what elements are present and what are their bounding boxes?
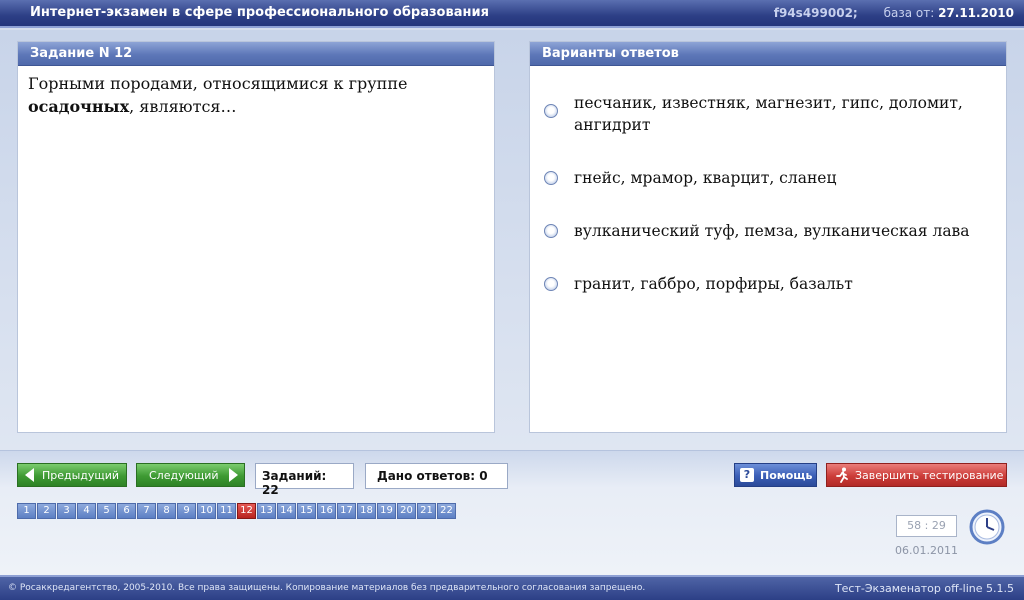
page-button-6[interactable]: 6 <box>117 503 136 519</box>
version-text: Тест-Экзаменатор off-line 5.1.5 <box>834 582 1014 595</box>
base-label: база от: <box>883 6 935 20</box>
page-button-11[interactable]: 11 <box>217 503 236 519</box>
answer-label: вулканический туф, пемза, вулканическая … <box>574 222 970 240</box>
arrow-right-icon <box>228 468 238 482</box>
current-date: 06.01.2011 <box>895 544 958 557</box>
page-button-15[interactable]: 15 <box>297 503 316 519</box>
help-label: Помощь <box>760 468 813 482</box>
page-button-9[interactable]: 9 <box>177 503 196 519</box>
radio-button[interactable] <box>544 277 558 291</box>
page-button-19[interactable]: 19 <box>377 503 396 519</box>
clock-icon <box>969 509 1005 545</box>
arrow-left-icon <box>25 468 34 482</box>
task-pagination: 1 2 3 4 5 6 7 8 9 10 11 12 13 14 15 16 17 18 19 20 21 22 <box>17 503 457 519</box>
answer-label: гранит, габбро, порфиры, базальт <box>574 275 853 293</box>
radio-button[interactable] <box>544 171 558 185</box>
page-button-8[interactable]: 8 <box>157 503 176 519</box>
question-mark-icon: ? <box>740 468 754 482</box>
page-button-20[interactable]: 20 <box>397 503 416 519</box>
page-button-4[interactable]: 4 <box>77 503 96 519</box>
title-bar: Интернет-экзамен в сфере профессионально… <box>0 0 1024 28</box>
page-button-7[interactable]: 7 <box>137 503 156 519</box>
help-button[interactable]: ? Помощь <box>734 463 817 487</box>
answer-list: песчаник, известняк, магнезит, гипс, дол… <box>530 66 1006 295</box>
answer-label: песчаник, известняк, магнезит, гипс, дол… <box>574 94 963 134</box>
answers-panel: Варианты ответов песчаник, известняк, ма… <box>529 41 1007 433</box>
next-button[interactable]: Следующий <box>136 463 245 487</box>
answer-option-2[interactable]: гнейс, мрамор, кварцит, сланец <box>530 167 1006 189</box>
question-prefix: Горными породами, относящимися к группе <box>28 74 408 93</box>
previous-label: Предыдущий <box>42 468 120 482</box>
page-button-18[interactable]: 18 <box>357 503 376 519</box>
question-suffix: , являются… <box>129 97 237 116</box>
radio-button[interactable] <box>544 104 558 118</box>
finish-test-button[interactable]: Завершить тестирование <box>826 463 1007 487</box>
question-keyword: осадочных <box>28 97 130 116</box>
copyright-text: © Росаккредагентство, 2005-2010. Все пра… <box>8 583 646 593</box>
header-meta: f94s499002; база от: 27.11.2010 <box>774 6 1014 20</box>
answer-option-3[interactable]: вулканический туф, пемза, вулканическая … <box>530 220 1006 242</box>
page-button-1[interactable]: 1 <box>17 503 36 519</box>
navigation-bar: Предыдущий Следующий Заданий: 22 Дано от… <box>0 450 1024 575</box>
running-man-icon <box>836 467 848 483</box>
question-text: Горными породами, относящимися к группе … <box>18 66 494 118</box>
page-button-22[interactable]: 22 <box>437 503 456 519</box>
app-title: Интернет-экзамен в сфере профессионально… <box>30 5 489 20</box>
page-button-3[interactable]: 3 <box>57 503 76 519</box>
base-date: 27.11.2010 <box>938 6 1014 20</box>
previous-button[interactable]: Предыдущий <box>17 463 127 487</box>
page-button-13[interactable]: 13 <box>257 503 276 519</box>
answers-heading: Варианты ответов <box>530 42 1006 66</box>
answer-option-4[interactable]: гранит, габбро, порфиры, базальт <box>530 273 1006 295</box>
session-code: f94s499002; <box>773 6 858 20</box>
next-label: Следующий <box>149 468 219 482</box>
task-panel: Задание N 12 Горными породами, относящим… <box>17 41 495 433</box>
answer-option-1[interactable]: песчаник, известняк, магнезит, гипс, дол… <box>530 92 1006 136</box>
footer: © Росаккредагентство, 2005-2010. Все пра… <box>0 575 1024 600</box>
page-button-10[interactable]: 10 <box>197 503 216 519</box>
total-tasks-counter: Заданий: 22 <box>255 463 354 497</box>
timer-display: 58 : 29 <box>896 515 957 537</box>
page-button-12[interactable]: 12 <box>237 503 256 519</box>
page-button-21[interactable]: 21 <box>417 503 436 519</box>
answered-counter: Дано ответов: 0 <box>365 463 508 489</box>
finish-label: Завершить тестирование <box>855 468 1004 482</box>
radio-button[interactable] <box>544 224 558 238</box>
page-button-14[interactable]: 14 <box>277 503 296 519</box>
task-heading: Задание N 12 <box>18 42 494 66</box>
answer-label: гнейс, мрамор, кварцит, сланец <box>574 169 837 187</box>
page-button-17[interactable]: 17 <box>337 503 356 519</box>
page-button-2[interactable]: 2 <box>37 503 56 519</box>
page-button-16[interactable]: 16 <box>317 503 336 519</box>
page-button-5[interactable]: 5 <box>97 503 116 519</box>
